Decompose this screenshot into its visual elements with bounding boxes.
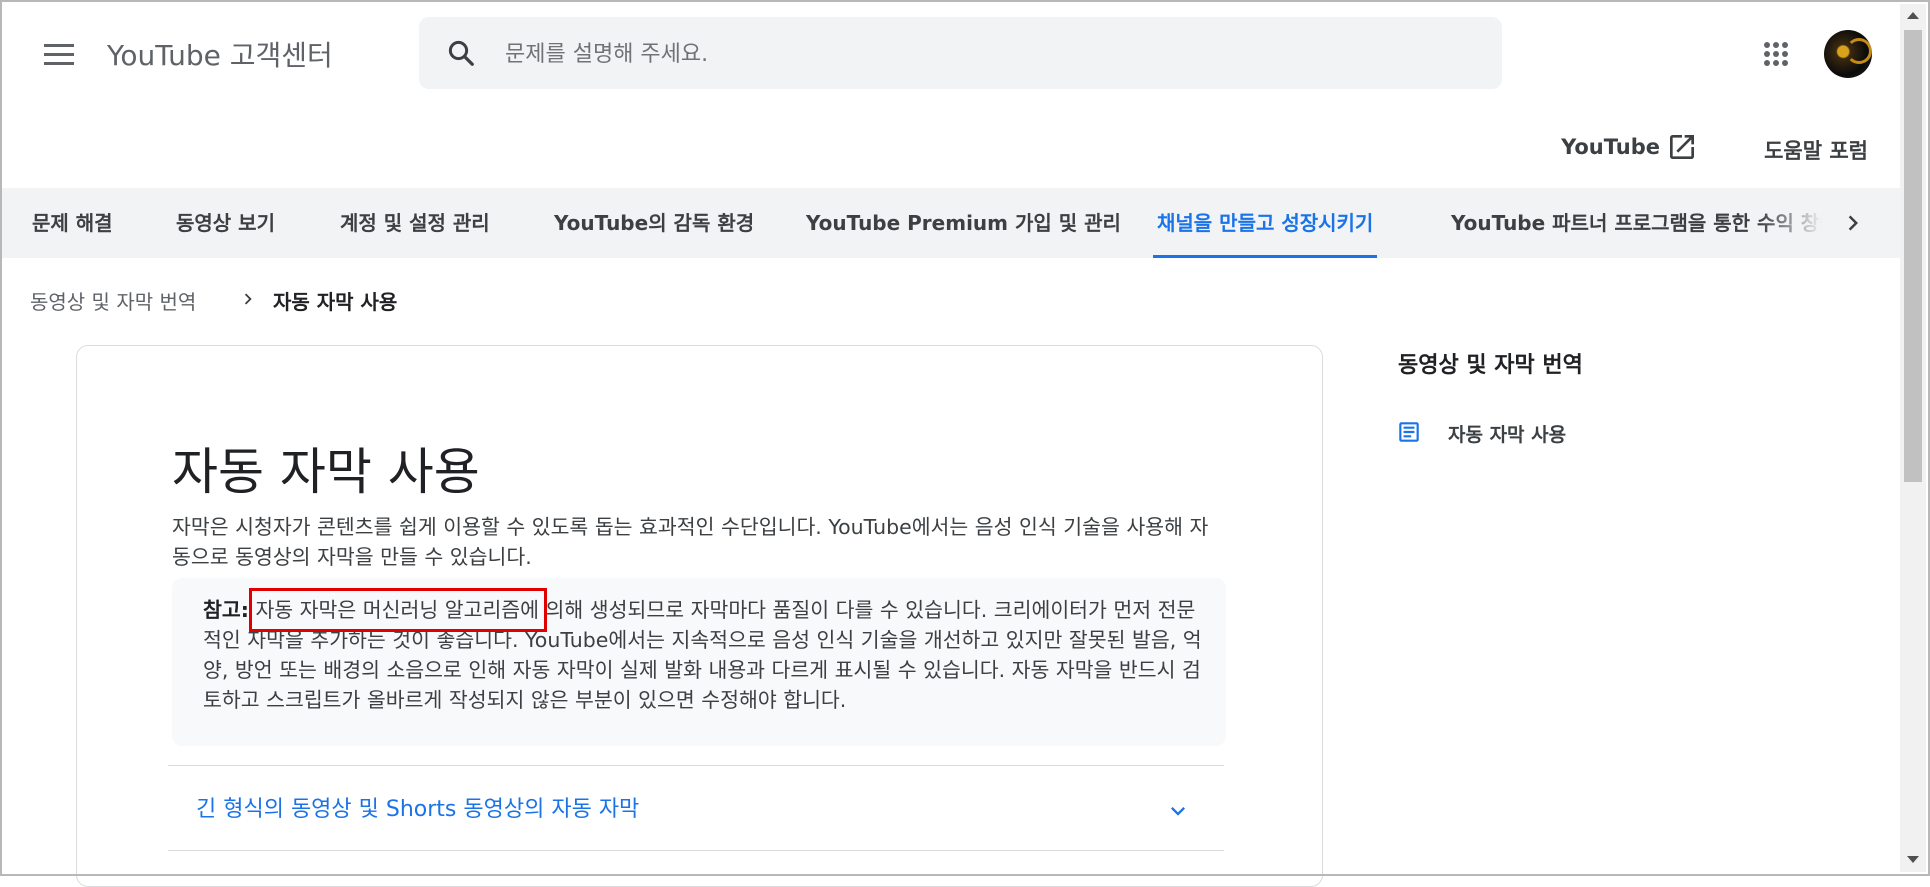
open-in-new-icon[interactable] (1666, 131, 1698, 163)
tab-account-settings[interactable]: 계정 및 설정 관리 (340, 188, 490, 258)
tab-create-grow-channel[interactable]: 채널을 만들고 성장시키기 (1152, 188, 1378, 258)
scroll-up-arrow-icon[interactable] (1907, 12, 1919, 19)
top-header: YouTube 고객센터 (0, 0, 1900, 110)
breadcrumb-parent-link[interactable]: 동영상 및 자막 번역 (30, 290, 196, 314)
expand-more-icon[interactable] (1164, 797, 1192, 825)
page-title: 자동 자막 사용 (172, 443, 480, 501)
article-intro: 자막은 시청자가 콘텐츠를 쉽게 이용할 수 있도록 돕는 효과적인 수단입니다… (172, 515, 1209, 569)
accordion-label[interactable]: 긴 형식의 동영상 및 Shorts 동영상의 자동 자막 (196, 791, 639, 823)
apps-grid-icon[interactable] (1763, 41, 1789, 67)
help-forum-link[interactable]: 도움말 포럼 (1764, 135, 1868, 165)
breadcrumb: 동영상 및 자막 번역 자동 자막 사용 (30, 286, 397, 315)
search-icon[interactable] (446, 38, 476, 68)
search-input[interactable] (503, 31, 1467, 77)
search-bar[interactable] (419, 17, 1502, 89)
tab-supervised-experience[interactable]: YouTube의 감독 환경 (554, 188, 754, 258)
account-avatar[interactable] (1824, 30, 1872, 78)
note-label: 참고: (203, 598, 249, 622)
sidebar-title: 동영상 및 자막 번역 (1398, 353, 1583, 378)
chevron-right-icon[interactable] (1838, 208, 1868, 238)
accordion-long-form-shorts[interactable]: 긴 형식의 동영상 및 Shorts 동영상의 자동 자막 (168, 766, 1224, 850)
youtube-link[interactable]: YouTube (1561, 135, 1660, 159)
tab-youtube-premium[interactable]: YouTube Premium 가입 및 관리 (806, 188, 1121, 258)
sidebar-item-label[interactable]: 자동 자막 사용 (1448, 420, 1566, 447)
sidebar-item-auto-captions[interactable]: 자동 자막 사용 (1396, 417, 1696, 449)
divider (168, 850, 1224, 851)
highlight-annotation-box (249, 588, 547, 632)
chevron-right-icon (244, 293, 252, 305)
tab-watch-videos[interactable]: 동영상 보기 (176, 188, 275, 258)
hamburger-menu-icon[interactable] (44, 44, 74, 66)
tab-overflow-fade (1760, 188, 1850, 258)
tab-troubleshooting[interactable]: 문제 해결 (32, 188, 113, 258)
category-tabs: 문제 해결 동영상 보기 계정 및 설정 관리 YouTube의 감독 환경 Y… (0, 188, 1900, 258)
scroll-down-arrow-icon[interactable] (1907, 856, 1919, 863)
page-scrollbar[interactable] (1900, 4, 1926, 872)
article-icon (1399, 422, 1419, 442)
breadcrumb-current: 자동 자막 사용 (273, 290, 398, 314)
scroll-thumb[interactable] (1904, 30, 1922, 482)
app-title[interactable]: YouTube 고객센터 (107, 34, 333, 74)
